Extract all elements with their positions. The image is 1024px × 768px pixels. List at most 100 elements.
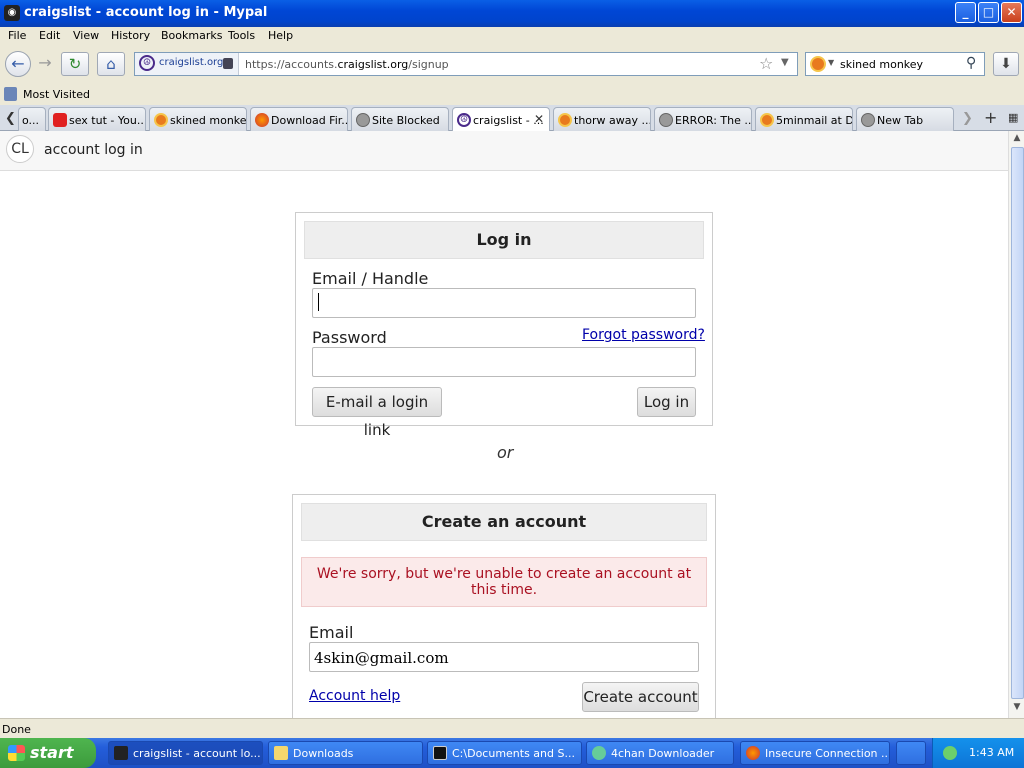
taskbar-item-label: Downloads — [293, 747, 354, 760]
network-icon[interactable] — [943, 746, 957, 760]
account-help-link[interactable]: Account help — [309, 688, 400, 704]
taskbar-item[interactable]: 4chan Downloader — [586, 741, 734, 765]
tab-scroll-left-icon[interactable]: ❮ — [5, 111, 16, 126]
tab[interactable]: New Tab — [856, 107, 954, 131]
search-icon[interactable]: ⚲ — [966, 55, 976, 71]
url-dropdown-icon[interactable]: ▼ — [781, 57, 789, 68]
craigslist-logo[interactable]: CL — [6, 135, 34, 163]
tab-scroll-right-icon[interactable]: ❯ — [962, 111, 973, 126]
window-titlebar: ◉ craigslist - account log in - Mypal _ … — [0, 0, 1024, 27]
login-button[interactable]: Log in — [637, 387, 696, 417]
tab[interactable]: 5minmail at D... — [755, 107, 853, 131]
duckduckgo-icon — [558, 113, 572, 127]
tab[interactable]: ERROR: The ... — [654, 107, 752, 131]
search-bar[interactable]: ▼ skined monkey ⚲ — [805, 52, 985, 76]
taskbar-item-label: C:\Documents and S... — [452, 747, 575, 760]
url-text[interactable]: https://accounts.craigslist.org/signup — [245, 58, 449, 71]
clock[interactable]: 1:43 AM — [969, 746, 1014, 759]
tab[interactable]: Site Blocked — [351, 107, 449, 131]
tab-label: ERROR: The ... — [675, 114, 752, 127]
menu-help[interactable]: Help — [268, 29, 293, 42]
email-handle-label: Email / Handle — [312, 269, 429, 288]
close-button[interactable]: ✕ — [1001, 2, 1022, 23]
download-icon[interactable]: ⬇ — [993, 52, 1019, 76]
menu-tools[interactable]: Tools — [228, 29, 255, 42]
close-tab-icon[interactable]: ✕ — [534, 112, 544, 126]
reload-icon[interactable]: ↻ — [61, 52, 89, 76]
bookmark-most-visited[interactable]: Most Visited — [23, 88, 90, 101]
url-prefix: https://accounts. — [245, 58, 338, 71]
menu-edit[interactable]: Edit — [39, 29, 60, 42]
keyboard-language-icon[interactable] — [896, 741, 926, 765]
list-all-tabs-icon[interactable]: ▦ — [1008, 111, 1018, 124]
globe-icon — [861, 113, 875, 127]
tab[interactable]: skined monke... — [149, 107, 247, 131]
forgot-password-link[interactable]: Forgot password? — [582, 327, 705, 343]
start-label: start — [30, 743, 74, 762]
site-identity-label: craigslist.org — [159, 57, 224, 68]
windows-logo-icon — [8, 745, 25, 761]
taskbar-item[interactable]: C:\Documents and S... — [427, 741, 582, 765]
url-bar[interactable]: ☮ craigslist.org https://accounts.craigs… — [134, 52, 798, 76]
tab-bar: ❮ o... sex tut - You... skined monke... … — [0, 105, 1024, 132]
menu-view[interactable]: View — [73, 29, 99, 42]
password-label: Password — [312, 328, 387, 347]
tab[interactable]: thorw away ... — [553, 107, 651, 131]
email-label: Email — [309, 623, 354, 642]
taskbar-item-label: 4chan Downloader — [611, 747, 715, 760]
create-account-heading: Create an account — [301, 503, 707, 541]
scrollbar-thumb[interactable] — [1011, 147, 1024, 699]
status-bar: Done — [0, 718, 1024, 738]
search-engine-dropdown-icon[interactable]: ▼ — [828, 58, 834, 67]
firefox-icon — [746, 746, 760, 760]
tab-label: Site Blocked — [372, 114, 440, 127]
app-icon: ◉ — [4, 5, 20, 21]
tab-label: Download Fir... — [271, 114, 348, 127]
tab[interactable]: o... — [18, 107, 46, 131]
new-tab-icon[interactable]: + — [984, 108, 997, 127]
command-prompt-icon — [433, 746, 447, 760]
forward-icon[interactable]: → — [32, 51, 58, 77]
system-tray: 1:43 AM — [932, 738, 1024, 768]
vertical-scrollbar[interactable]: ▲ ▼ — [1008, 131, 1024, 718]
url-path: /signup — [408, 58, 449, 71]
taskbar-item[interactable]: craigslist - account lo... — [108, 741, 263, 765]
tab-label: sex tut - You... — [69, 114, 146, 127]
scroll-up-icon[interactable]: ▲ — [1011, 133, 1023, 147]
email-handle-input[interactable] — [312, 288, 696, 318]
tab-label: skined monke... — [170, 114, 247, 127]
bookmarks-toolbar: Most Visited — [0, 84, 1024, 105]
start-button[interactable]: start — [0, 738, 96, 768]
create-account-button[interactable]: Create account — [582, 682, 699, 712]
tab[interactable]: sex tut - You... — [48, 107, 146, 131]
page-content: CL account log in Log in Email / Handle … — [0, 131, 1008, 718]
maximize-button[interactable]: □ — [978, 2, 999, 23]
tab[interactable]: Download Fir... — [250, 107, 348, 131]
menu-bookmarks[interactable]: Bookmarks — [161, 29, 222, 42]
tab-label: 5minmail at D... — [776, 114, 853, 127]
menu-history[interactable]: History — [111, 29, 150, 42]
taskbar-item-label: Insecure Connection ... — [765, 747, 890, 760]
browser-icon — [114, 746, 128, 760]
tab-active[interactable]: ☮ craigslist - ... ✕ — [452, 107, 550, 132]
globe-icon — [659, 113, 673, 127]
password-input[interactable] — [312, 347, 696, 377]
or-separator: or — [497, 443, 514, 462]
taskbar-item[interactable]: Insecure Connection ... — [740, 741, 890, 765]
minimize-button[interactable]: _ — [955, 2, 976, 23]
taskbar-item-label: craigslist - account lo... — [133, 747, 261, 760]
folder-icon — [274, 746, 288, 760]
taskbar: start craigslist - account lo... Downloa… — [0, 738, 1024, 768]
menu-file[interactable]: File — [8, 29, 26, 42]
back-icon[interactable]: ← — [5, 51, 31, 77]
email-input[interactable]: 4skin@gmail.com — [309, 642, 699, 672]
url-domain: craigslist.org — [337, 58, 409, 71]
home-icon[interactable]: ⌂ — [97, 52, 125, 76]
scroll-down-icon[interactable]: ▼ — [1011, 702, 1023, 716]
tab-label: New Tab — [877, 114, 924, 127]
bookmark-star-icon[interactable]: ☆ — [759, 54, 773, 73]
search-input[interactable]: skined monkey — [840, 58, 923, 71]
taskbar-item[interactable]: Downloads — [268, 741, 423, 765]
email-login-link-button[interactable]: E-mail a login link — [312, 387, 442, 439]
search-engine-icon[interactable] — [810, 56, 826, 72]
